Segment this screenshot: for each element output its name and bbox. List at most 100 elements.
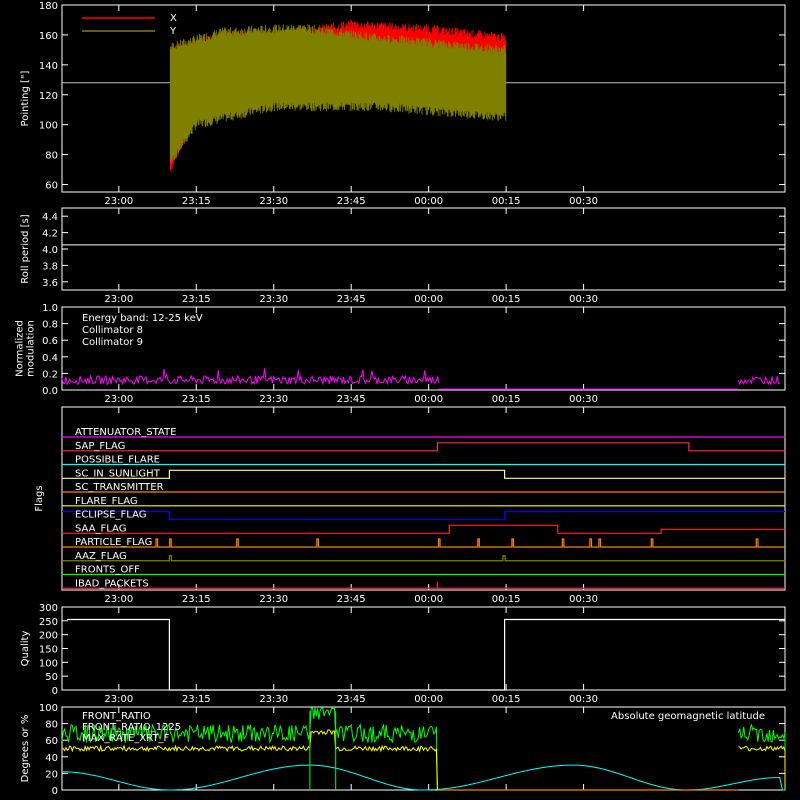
geomag-latitude-line: [61, 764, 785, 791]
quality-ytick-label: 200: [39, 631, 58, 642]
flag-label-fronts-off: FRONTS_OFF: [75, 565, 140, 576]
flag-line-sap-flag: [62, 442, 785, 452]
flags-time-label: 23:00: [104, 594, 133, 605]
quality-time-label: 23:00: [104, 694, 133, 705]
ratios-ylabel: Degrees or %: [20, 715, 31, 783]
quality-time-label: 23:15: [182, 694, 211, 705]
flag-label-eclipse-flag: ECLIPSE_FLAG: [75, 510, 146, 521]
pointing-time-label: 00:00: [414, 196, 443, 207]
modulation-time-label: 23:00: [104, 394, 133, 405]
pointing-ytick-label: 80: [45, 151, 58, 162]
flags-time-label: 00:30: [569, 594, 598, 605]
roll-ytick-label: 3.8: [42, 261, 58, 272]
modulation-collimator9-line: [61, 368, 781, 386]
flag-label-saa-flag: SAA_FLAG: [75, 523, 126, 534]
flags-time-label: 00:15: [492, 594, 521, 605]
ratios-ytick-label: 20: [45, 769, 58, 780]
pointing-ytick-label: 140: [39, 61, 58, 72]
flags-time-label: 23:15: [182, 594, 211, 605]
modulation-ytick-label: 0.4: [42, 353, 58, 364]
roll-time-label: 23:45: [337, 294, 366, 305]
chart-page: 23:00 23:15 23:30 23:45 00:00 00:15 00:30 60 80 1…: [0, 0, 800, 800]
pointing-ytick-label: 180: [39, 1, 58, 12]
modulation-time-label: 00:30: [569, 394, 598, 405]
flag-label-sap-flag: SAP_FLAG: [75, 441, 125, 452]
flags-time-label: 23:30: [259, 594, 288, 605]
roll-ytick-label: 3.6: [42, 278, 58, 289]
quality-ytick-label: 150: [39, 645, 58, 656]
modulation-ytick-label: 0.8: [42, 320, 58, 331]
quality-line: [67, 618, 785, 691]
modulation-time-label: 23:45: [337, 394, 366, 405]
flag-label-aaz-flag: AAZ_FLAG: [75, 551, 127, 562]
modulation-ylabel: modulation: [26, 320, 37, 377]
pointing-legend-label-y: Y: [169, 26, 177, 37]
modulation-annotation: Energy band: 12-25 keV: [82, 313, 203, 324]
roll-time-label: 00:00: [414, 294, 443, 305]
roll-ylabel: Roll period [s]: [20, 214, 31, 283]
modulation-ylabel: Normalized: [15, 320, 26, 377]
quality-time-label: 23:45: [337, 694, 366, 705]
quality-time-label: 00:30: [569, 694, 598, 705]
quality-ytick-label: 0: [52, 686, 58, 697]
flag-label-ibad-packets: IBAD_PACKETS: [75, 578, 149, 589]
pointing-legend-label-x: X: [170, 13, 177, 24]
flag-label-possible-flare: POSSIBLE_FLARE: [75, 455, 160, 466]
modulation-time-label: 00:15: [492, 394, 521, 405]
pointing-ytick-label: 100: [39, 121, 58, 132]
quality-time-label: 00:00: [414, 694, 443, 705]
quality-ytick-label: 300: [39, 603, 58, 614]
flag-line-saa-flag: [62, 524, 785, 534]
pointing-time-label: 23:00: [104, 196, 133, 207]
pointing-time-label: 23:15: [182, 196, 211, 207]
roll-time-label: 23:15: [182, 294, 211, 305]
quality-ylabel: Quality: [20, 631, 31, 667]
quality-ytick-label: 100: [39, 658, 58, 669]
flag-label-attenuator-state: ATTENUATOR_STATE: [75, 427, 176, 438]
quality-time-label: 00:15: [492, 694, 521, 705]
flag-line-particle-flag: [62, 538, 785, 548]
flag-label-flare-flag: FLARE_FLAG: [75, 496, 138, 507]
flag-label-sc-transmitter: SC_TRANSMITTER: [75, 482, 164, 493]
modulation-time-label: 00:00: [414, 394, 443, 405]
roll-time-label: 00:30: [569, 294, 598, 305]
roll-ytick-label: 4.0: [42, 245, 58, 256]
pointing-ytick-label: 120: [39, 91, 58, 102]
ratios-ytick-label: 40: [45, 753, 58, 764]
pointing-time-label: 23:30: [259, 196, 288, 207]
pointing-ytick-label: 60: [45, 181, 58, 192]
ratios-ytick-label: 0: [52, 786, 58, 797]
pointing-time-label: 00:15: [492, 196, 521, 207]
flag-label-particle-flag: PARTICLE_FLAG: [75, 537, 152, 548]
modulation-ytick-label: 0.2: [42, 369, 58, 380]
roll-time-label: 00:15: [492, 294, 521, 305]
ratios-legend-label: FRONT_RATIO_1225: [82, 722, 181, 733]
quality-ytick-label: 250: [39, 617, 58, 628]
roll-time-label: 23:30: [259, 294, 288, 305]
modulation-annotation: Collimator 8: [82, 325, 143, 336]
pointing-time-label: 23:45: [337, 196, 366, 207]
quality-time-label: 23:30: [259, 694, 288, 705]
ratios-ytick-label: 80: [45, 720, 58, 731]
flag-line-ibad-packets: [62, 582, 785, 589]
modulation-time-label: 23:15: [182, 394, 211, 405]
roll-ytick-label: 4.4: [42, 212, 58, 223]
roll-time-label: 23:00: [104, 294, 133, 305]
flags-ylabel: Flags: [34, 485, 45, 511]
flag-label-sc-in-sunlight: SC_IN_SUNLIGHT: [75, 468, 161, 479]
quality-ytick-label: 50: [45, 672, 58, 683]
roll-frame: [61, 207, 786, 291]
flags-time-label: 23:45: [337, 594, 366, 605]
summary-plot: 23:00 23:15 23:30 23:45 00:00 00:15 00:30 60 80 1…: [15, 1, 786, 797]
flag-line-sc-in-sunlight: [62, 469, 785, 479]
ratios-legend-label: FRONT_RATIO: [82, 711, 151, 722]
ratios-legend-label: MAX_RATE_XRT_F: [82, 733, 170, 744]
ratios-geomag-label: Absolute geomagnetic latitude: [611, 711, 765, 722]
roll-ytick-label: 4.2: [42, 229, 58, 240]
ratios-ytick-label: 100: [39, 703, 58, 714]
flags-time-label: 00:00: [414, 594, 443, 605]
modulation-time-label: 23:30: [259, 394, 288, 405]
modulation-ytick-label: 0.0: [42, 386, 58, 397]
modulation-ytick-label: 0.6: [42, 336, 58, 347]
modulation-annotation: Collimator 9: [82, 337, 143, 348]
